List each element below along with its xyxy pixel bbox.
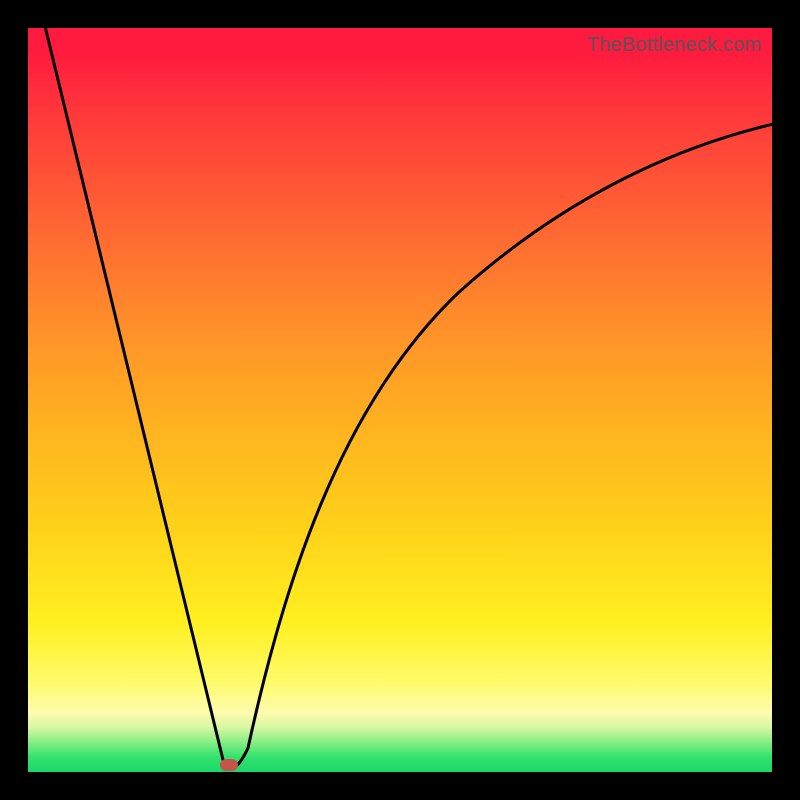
chart-frame: TheBottleneck.com xyxy=(0,0,800,800)
attribution-text: TheBottleneck.com xyxy=(587,34,762,57)
curve-svg xyxy=(28,28,772,772)
plot-area: TheBottleneck.com xyxy=(28,28,772,772)
bottleneck-curve xyxy=(43,28,772,769)
optimal-marker xyxy=(220,759,238,771)
